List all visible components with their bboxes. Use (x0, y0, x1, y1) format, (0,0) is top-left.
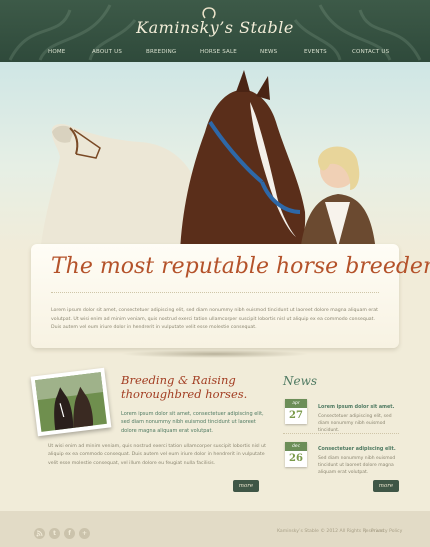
site-logo[interactable]: Kaminsky’s Stable (0, 18, 430, 37)
news-title: News (283, 374, 318, 388)
foal-photo (30, 367, 112, 437)
news-date-badge: dec 26 (285, 442, 307, 467)
news-text: Consectetuer adipiscing elit, sed diam n… (318, 414, 392, 433)
breeding-title-line2: thoroughbred horses. (121, 387, 248, 401)
header: Kaminsky’s Stable HOME ABOUT US BREEDING… (0, 0, 430, 62)
breeding-more-button[interactable]: more (233, 480, 259, 492)
horses-and-woman-illustration (40, 70, 376, 252)
divider (51, 292, 379, 293)
hero-image (0, 62, 430, 252)
nav-about-us[interactable]: ABOUT US (92, 49, 122, 55)
news-divider (283, 433, 399, 434)
nav-breeding[interactable]: BREEDING (146, 49, 176, 55)
breeding-title-line1: Breeding & Raising (121, 373, 236, 387)
breeding-title: Breeding & Raising thoroughbred horses. (121, 373, 247, 401)
breeding-text: Ut wisi enim ad minim veniam, quis nostr… (48, 444, 266, 466)
nav-events[interactable]: EVENTS (304, 49, 327, 55)
footer-separator: | (365, 529, 367, 534)
nav-home[interactable]: HOME (48, 49, 66, 55)
tagline-card: The most reputable horse breeder. Lorem … (31, 244, 430, 348)
breeding-intro: Lorem ipsum dolor sit amet, consectetuer… (121, 411, 264, 434)
footer: t f + Kaminsky’s Stable © 2012 All Right… (0, 511, 430, 547)
hero-tagline: The most reputable horse breeder. (51, 254, 430, 279)
news-day: 26 (289, 453, 303, 464)
hero-description: Lorem ipsum dolor sit amet, consectetuer… (51, 308, 378, 331)
news-date-badge: apr 27 (285, 399, 307, 424)
twitter-icon[interactable]: t (49, 528, 60, 539)
privacy-policy-link[interactable]: Privacy Policy (371, 529, 402, 534)
main-nav: HOME ABOUT US BREEDING HORSE SALE NEWS E… (0, 45, 430, 61)
news-month: dec (285, 442, 307, 451)
card-shadow (120, 350, 310, 358)
news-heading[interactable]: Consectetuer adipiscing elit. (318, 447, 396, 452)
nav-news[interactable]: NEWS (260, 49, 277, 55)
facebook-icon[interactable]: f (64, 528, 75, 539)
news-text: Sed diam nonummy nibh euismod tincidunt … (318, 456, 396, 475)
nav-horse-sale[interactable]: HORSE SALE (200, 49, 237, 55)
news-month: apr (285, 399, 307, 408)
rss-icon[interactable] (34, 528, 45, 539)
foals-image (35, 372, 107, 432)
news-day: 27 (289, 410, 303, 421)
news-more-button[interactable]: more (373, 480, 399, 492)
plus-icon[interactable]: + (79, 528, 90, 539)
copyright: Kaminsky’s Stable © 2012 All Rights Rese… (277, 529, 385, 534)
nav-contact-us[interactable]: CONTACT US (352, 49, 389, 55)
news-heading[interactable]: Lorem ipsum dolor sit amet. (318, 405, 394, 410)
